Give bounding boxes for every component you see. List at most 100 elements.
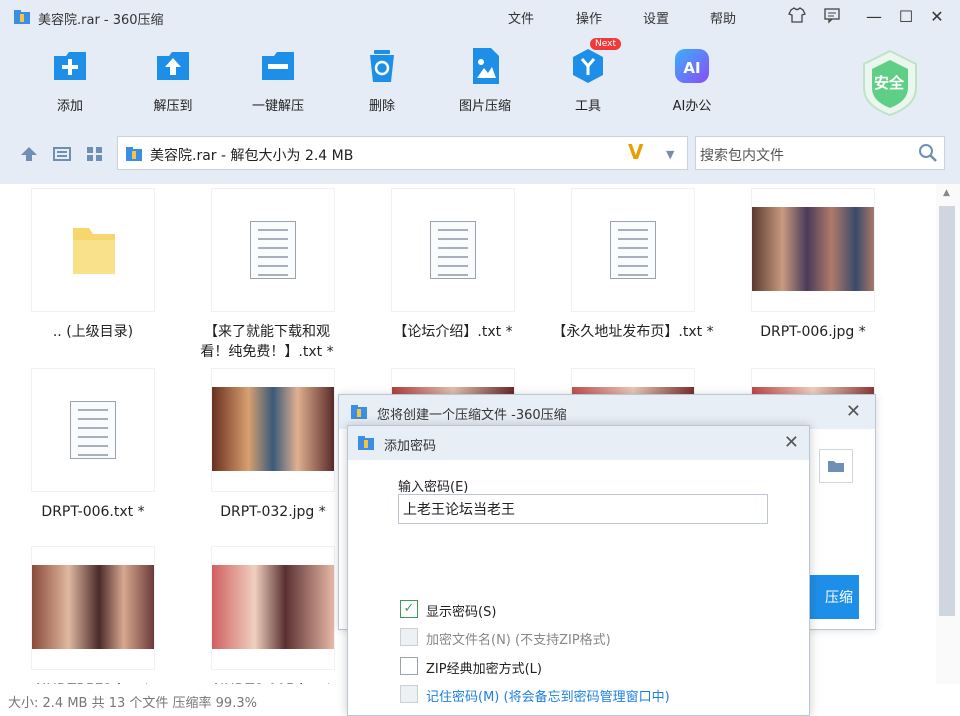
file-thumbnail [751,188,875,312]
file-thumbnail [31,368,155,492]
remember-password-label[interactable]: 记住密码(M) (将会备忘到密码管理窗口中) [426,686,670,705]
zip-classic-label: ZIP经典加密方式(L) [426,662,542,677]
image-thumbnail [32,565,154,649]
extract-to-icon [153,46,193,86]
scroll-up-icon[interactable]: ▲ [943,188,950,198]
address-bar[interactable]: 美容院.rar - 解包大小为 2.4 MB V ▼ [117,136,688,170]
file-thumbnail [211,188,335,312]
dialog-header: 添加密码 ✕ [348,426,809,460]
archive-icon [126,147,142,161]
folder-icon [828,461,844,472]
delete-button[interactable]: 删除 [342,46,422,114]
dialog-title: 添加密码 [384,439,437,454]
delete-label: 删除 [368,99,395,114]
menu-settings[interactable]: 设置 [643,8,669,27]
remember-password-checkbox[interactable] [400,685,418,703]
compress-button[interactable]: 压缩 [805,575,859,619]
one-click-extract-label: 一键解压 [251,99,304,114]
file-item[interactable]: 【永久地址发布页】.txt * [552,188,714,342]
security-label: 安全 [874,74,905,92]
file-name: DRPT-032.jpg * [220,504,326,520]
file-name: DRPT-006.jpg * [760,324,866,340]
feedback-icon[interactable] [821,6,843,28]
password-label: 输入密码(E) [398,480,469,495]
text-file-icon [70,401,116,459]
file-thumbnail [211,368,335,492]
status-text: 大小: 2.4 MB 共 13 个文件 压缩率 99.3% [8,696,257,711]
close-icon[interactable]: ✕ [846,401,861,422]
search-input[interactable]: 搜索包内文件 [700,145,784,165]
image-thumbnail [752,207,874,291]
image-compress-icon [465,46,505,86]
dialog-header: 您将创建一个压缩文件 -360压缩 ✕ [339,395,875,429]
dialog-title: 您将创建一个压缩文件 -360压缩 [377,408,567,423]
menu-file[interactable]: 文件 [508,8,534,27]
file-item[interactable]: 【论坛介绍】.txt * [378,188,528,342]
archive-icon [358,436,374,450]
extract-to-label: 解压到 [153,99,193,114]
browse-folder-button[interactable] [819,449,853,483]
chevron-down-icon[interactable]: ▼ [666,148,674,161]
add-label: 添加 [56,99,83,114]
delete-icon [362,46,402,86]
tools-icon: Next [568,38,621,86]
security-shield[interactable]: 安全 [858,48,922,118]
file-item[interactable]: NHDTC-005.jpg * [198,546,348,700]
show-password-checkbox[interactable]: ✓ [400,600,418,618]
tools-label: 工具 [574,99,601,114]
one-click-extract-icon [258,46,298,86]
new-badge: Next [590,38,621,50]
title-bar: 美容院.rar - 360压缩 文件 操作 设置 帮助 — ☐ ✕ [0,0,960,34]
extract-to-button[interactable]: 解压到 [133,46,213,114]
image-thumbnail [212,565,334,649]
file-name: DRPT-006.txt * [41,504,145,520]
show-password-label: 显示密码(S) [426,605,497,620]
svg-text:AI: AI [683,59,700,77]
address-path: 美容院.rar - 解包大小为 2.4 MB [150,148,354,164]
vertical-scrollbar[interactable]: ▲ [936,184,960,684]
scrollbar-thumb[interactable] [939,206,955,616]
file-item[interactable]: DRPT-006.txt * [18,368,168,522]
close-icon[interactable]: ✕ [784,432,799,453]
archive-icon [351,405,367,419]
file-item[interactable]: NHDTB572.jpg * [18,546,168,700]
folder-icon [73,228,115,274]
one-click-extract-button[interactable]: 一键解压 [238,46,318,114]
password-input[interactable] [398,494,768,524]
text-file-icon [250,221,296,279]
image-thumbnail [212,387,334,471]
maximize-button[interactable]: ☐ [895,6,917,28]
list-view-icon[interactable] [53,146,71,162]
file-name: 【论坛介绍】.txt * [393,324,513,340]
zip-classic-checkbox[interactable] [400,657,418,675]
ai-office-button[interactable]: AI AI办公 [652,46,732,114]
ai-office-label: AI办公 [672,99,712,114]
search-icon[interactable] [918,143,938,163]
file-item[interactable]: DRPT-006.jpg * [738,188,888,342]
archive-icon [14,10,30,24]
file-thumbnail [31,188,155,312]
search-box[interactable]: 搜索包内文件 [695,136,945,170]
add-password-dialog: 添加密码 ✕ 输入密码(E) ✓ 显示密码(S) 加密文件名(N) (不支持ZI… [347,425,810,716]
file-thumbnail [31,546,155,670]
toolbar: 添加 解压到 一键解压 删除 图片压缩 Next 工具 AI AI办公 [0,34,960,126]
image-compress-button[interactable]: 图片压缩 [445,46,525,114]
grid-view-icon[interactable] [86,146,104,162]
file-item[interactable]: .. (上级目录) [18,188,168,342]
text-file-icon [610,221,656,279]
tools-button[interactable]: Next 工具 [548,38,628,114]
menu-action[interactable]: 操作 [576,8,602,27]
add-button[interactable]: 添加 [30,46,110,114]
window-title: 美容院.rar - 360压缩 [38,13,164,28]
file-item[interactable]: DRPT-032.jpg * [198,368,348,522]
skin-icon[interactable] [786,6,808,28]
encrypt-filenames-checkbox[interactable] [400,628,418,646]
ai-icon: AI [672,46,712,86]
add-icon [50,46,90,86]
close-button[interactable]: ✕ [926,6,948,28]
file-item[interactable]: 【来了就能下载和观看！纯免费！】.txt * [198,188,348,362]
minimize-button[interactable]: — [863,6,885,28]
menu-help[interactable]: 帮助 [710,8,736,27]
up-arrow-icon[interactable] [20,146,38,162]
v-logo-icon[interactable]: V [628,140,643,164]
